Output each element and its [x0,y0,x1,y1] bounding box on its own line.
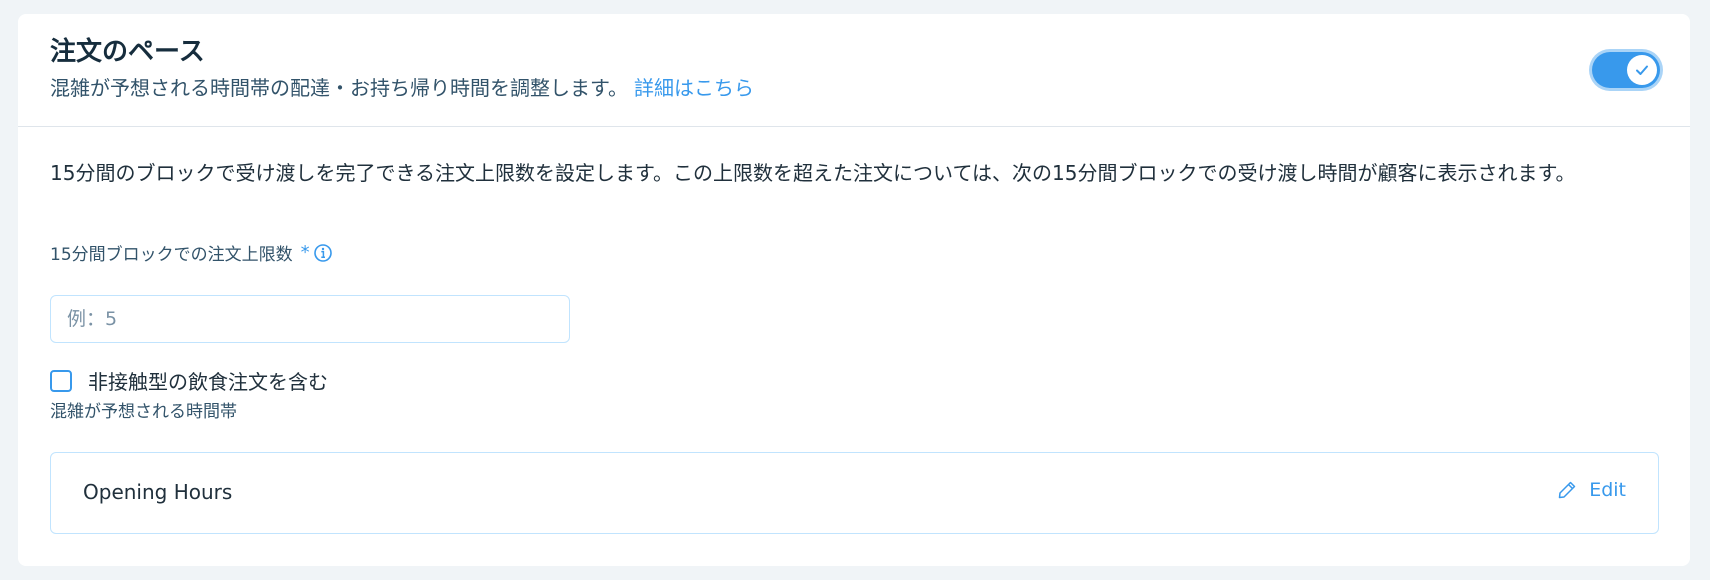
contactless-checkbox-label: 非接触型の飲食注文を含む [88,370,328,394]
edit-hours-button[interactable]: Edit [1557,479,1626,501]
edit-label: Edit [1589,479,1626,501]
busy-hours-box: Opening Hours Edit [50,452,1659,534]
busy-hours-name: Opening Hours [83,480,233,504]
card-header: 注文のペース 混雑が予想される時間帯の配達・お持ち帰り時間を調整します。 詳細はこ… [18,14,1690,127]
order-limit-label-text: 15分間ブロックでの注文上限数 [50,245,293,265]
learn-more-link[interactable]: 詳細はこちら [634,76,754,100]
checkmark-icon [1636,65,1648,75]
contactless-checkbox-row[interactable]: 非接触型の飲食注文を含む [50,366,328,395]
order-pacing-card: 注文のペース 混雑が予想される時間帯の配達・お持ち帰り時間を調整します。 詳細はこ… [18,14,1690,566]
busy-hours-label: 混雑が予想される時間帯 [50,397,237,422]
pacing-description: 15分間のブロックで受け渡しを完了できる注文上限数を設定します。この上限数を超え… [50,161,1576,185]
section-subtitle: 混雑が予想される時間帯の配達・お持ち帰り時間を調整します。 詳細はこちら [50,72,754,101]
subtitle-text: 混雑が予想される時間帯の配達・お持ち帰り時間を調整します。 [50,76,628,100]
order-pacing-toggle[interactable] [1592,52,1660,88]
busy-hours-label-text: 混雑が予想される時間帯 [50,402,237,422]
order-limit-label: 15分間ブロックでの注文上限数 * [50,240,333,265]
toggle-knob [1627,55,1657,85]
pencil-icon [1557,480,1577,500]
info-icon[interactable] [313,243,333,263]
section-title: 注文のペース [50,37,205,67]
required-asterisk: * [300,242,310,263]
order-limit-input[interactable] [50,295,570,343]
contactless-checkbox[interactable] [50,369,72,392]
